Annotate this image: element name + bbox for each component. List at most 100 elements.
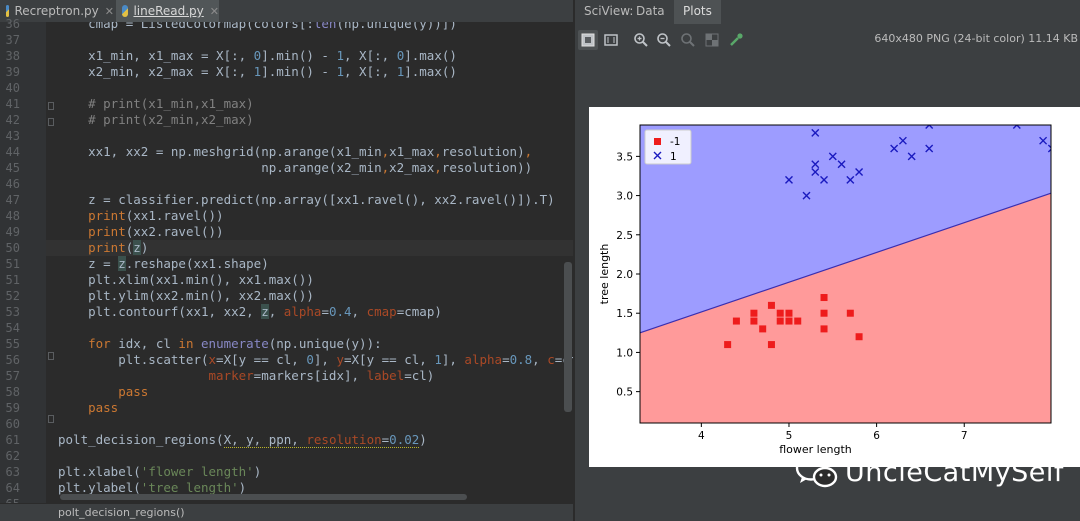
legend-label: -1 — [670, 136, 680, 148]
x-tick-label: 7 — [961, 430, 968, 442]
point-class-neg1 — [820, 309, 828, 317]
fit-icon[interactable] — [578, 30, 598, 50]
code-line: x1_min, x1_max = X[:, 0].min() - 1, X[:,… — [58, 48, 457, 63]
y-tick-label: 2.0 — [616, 269, 633, 281]
line-number: 62 — [5, 449, 20, 463]
code-line: plt.contourf(xx1, xx2, z, alpha=0.4, cma… — [58, 304, 442, 319]
code-line: x2_min, x2_max = X[:, 1].min() - 1, X[:,… — [58, 64, 457, 79]
tab-plots[interactable]: Plots — [674, 0, 721, 24]
line-number: 38 — [5, 49, 20, 63]
wechat-logo-icon — [795, 455, 838, 488]
close-icon[interactable]: ✕ — [210, 5, 219, 18]
watermark: UncleCatMySelf — [795, 450, 1080, 494]
tab-lineread[interactable]: lineRead.py ✕ — [116, 0, 219, 22]
breadcrumb[interactable]: polt_decision_regions() — [0, 503, 573, 521]
line-number: 59 — [5, 401, 20, 415]
legend-marker-neg1 — [654, 138, 661, 145]
code-line: z = classifier.predict(np.array([xx1.rav… — [58, 192, 555, 207]
code-line: # print(x2_min,x2_max) — [58, 112, 254, 127]
line-number: 47 — [5, 193, 20, 207]
y-tick-label: 3.5 — [616, 151, 633, 163]
line-number: 54 — [5, 321, 20, 335]
watermark-text: UncleCatMySelf — [845, 456, 1064, 488]
line-number: 40 — [5, 81, 20, 95]
line-number: 37 — [5, 33, 20, 47]
sciview-tab-bar: SciView: Data Plots — [575, 0, 1080, 24]
code-line: plt.ylim(xx2.min(), xx2.max()) — [58, 288, 314, 303]
line-number: 64 — [5, 481, 20, 495]
code-line: for idx, cl in enumerate(np.unique(y)): — [88, 336, 382, 351]
line-number: 46 — [5, 177, 20, 191]
point-class-neg1 — [846, 309, 854, 317]
image-info: 640x480 PNG (24-bit color) 11.14 KB — [874, 32, 1078, 45]
line-number-gutter: 36 37 38 39 40 41 42 43 44 45 46 47 48 4… — [0, 17, 54, 511]
color-picker-icon[interactable] — [726, 30, 746, 50]
tab-label: Recreptron.py — [14, 4, 99, 18]
code-line: # print(x1_min,x1_max) — [58, 96, 254, 111]
code-editor[interactable]: Recreptron.py ✕ lineRead.py ✕ 36 37 38 3… — [0, 0, 573, 521]
code-area[interactable]: cmap = ListedColormap(colors[:len(np.uni… — [46, 22, 573, 503]
horizontal-scrollbar[interactable] — [60, 494, 467, 500]
line-number: 43 — [5, 129, 20, 143]
code-line: print(xx1.ravel()) — [88, 208, 224, 223]
code-line: print(z) — [88, 240, 149, 255]
python-file-icon — [122, 5, 129, 17]
point-class-neg1 — [776, 317, 784, 325]
line-number: 36 — [5, 17, 20, 31]
code-line: plt.scatter(x=X[y == cl, 0], y=X[y == cl… — [58, 352, 573, 367]
editor-tab-bar: Recreptron.py ✕ lineRead.py ✕ — [0, 0, 573, 23]
y-tick-label: 1.5 — [616, 308, 633, 320]
code-line: xx1, xx2 = np.meshgrid(np.arange(x1_min,… — [58, 144, 533, 159]
code-line: z = z.reshape(xx1.shape) — [58, 256, 269, 271]
point-class-neg1 — [750, 309, 758, 317]
zoom-out-icon[interactable] — [654, 30, 674, 50]
y-tick-label: 3.0 — [616, 191, 633, 203]
y-tick-label: 1.0 — [616, 347, 633, 359]
point-class-neg1 — [794, 317, 802, 325]
code-line: pass — [118, 384, 149, 399]
scatter-chart: 4 5 6 70.51.01.52.02.53.03.5flower lengthtr… — [598, 124, 1052, 456]
point-class-neg1 — [750, 317, 758, 325]
line-number: 61 — [5, 433, 20, 447]
line-number: 42 — [5, 113, 20, 127]
x-tick-label: 6 — [873, 430, 880, 442]
y-tick-label: 0.5 — [616, 387, 633, 399]
legend-box — [644, 129, 692, 165]
code-line: marker=markers[idx], label=cl) — [208, 368, 435, 383]
point-class-neg1 — [820, 294, 828, 302]
code-line: plt.xlim(xx1.min(), xx1.max()) — [58, 272, 314, 287]
tab-label: lineRead.py — [133, 4, 204, 18]
point-class-neg1 — [767, 341, 775, 349]
vertical-scrollbar[interactable] — [564, 262, 572, 412]
zoom-reset-icon[interactable] — [678, 30, 698, 50]
line-number: 48 — [5, 209, 20, 223]
tab-data[interactable]: Data — [627, 0, 674, 24]
code-line: plt.xlabel('flower length') — [58, 464, 262, 479]
line-number: 60 — [5, 417, 20, 431]
y-tick-label: 2.5 — [616, 230, 633, 242]
line-number: 55 — [5, 337, 20, 351]
actual-size-icon[interactable] — [601, 30, 621, 50]
plot-image[interactable]: 4 5 6 7 0.5 1.0 1.5 2.0 2.5 3.0 3.5 flower length tr… — [589, 107, 1080, 467]
x-tick-label: 5 — [786, 430, 793, 442]
line-number: 51 — [5, 273, 20, 287]
zoom-in-icon[interactable] — [631, 30, 651, 50]
line-number: 57 — [5, 369, 20, 383]
line-number: 56 — [5, 353, 20, 367]
code-line: pass — [88, 400, 119, 415]
y-axis-label: tree length — [598, 244, 611, 305]
close-icon[interactable]: ✕ — [105, 5, 114, 18]
point-class-neg1 — [732, 317, 740, 325]
line-number: 41 — [5, 97, 20, 111]
line-number: 44 — [5, 145, 20, 159]
code-line: polt_decision_regions(X, y, ppn, resolut… — [58, 432, 427, 448]
code-line: np.arange(x2_min,x2_max,resolution)) — [58, 160, 533, 175]
line-number: 51 — [5, 257, 20, 271]
x-tick-label: 4 — [698, 430, 705, 442]
grid-icon[interactable] — [702, 30, 722, 50]
point-class-neg1 — [785, 309, 793, 317]
line-number: 49 — [5, 225, 20, 239]
point-class-neg1 — [785, 317, 793, 325]
line-number: 45 — [5, 161, 20, 175]
line-number: 53 — [5, 305, 20, 319]
